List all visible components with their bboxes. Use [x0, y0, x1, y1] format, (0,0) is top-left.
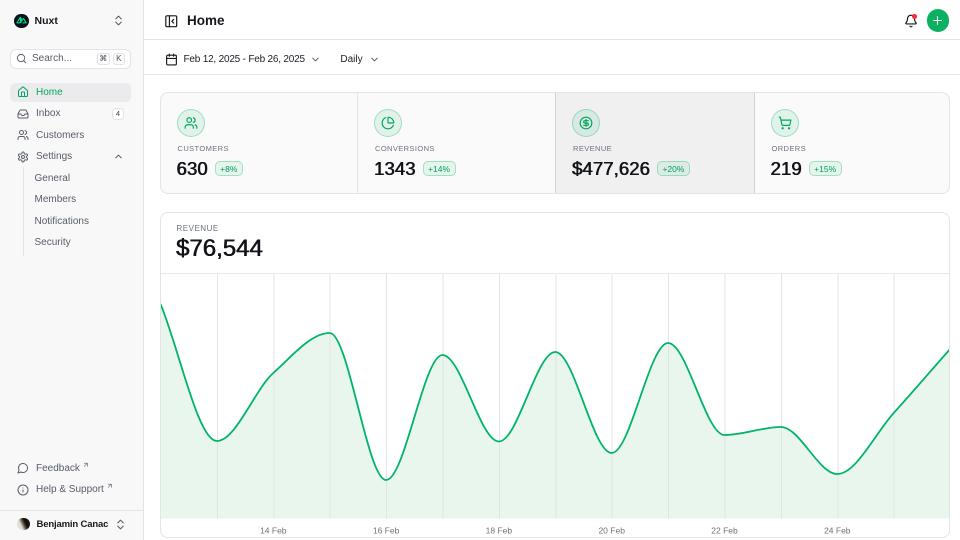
svg-text:16 Feb: 16 Feb — [372, 526, 399, 536]
svg-text:24 Feb: 24 Feb — [824, 526, 851, 536]
svg-text:18 Feb: 18 Feb — [485, 526, 512, 536]
svg-text:20 Feb: 20 Feb — [598, 526, 625, 536]
svg-text:22 Feb: 22 Feb — [711, 526, 738, 536]
svg-text:14 Feb: 14 Feb — [260, 526, 287, 536]
